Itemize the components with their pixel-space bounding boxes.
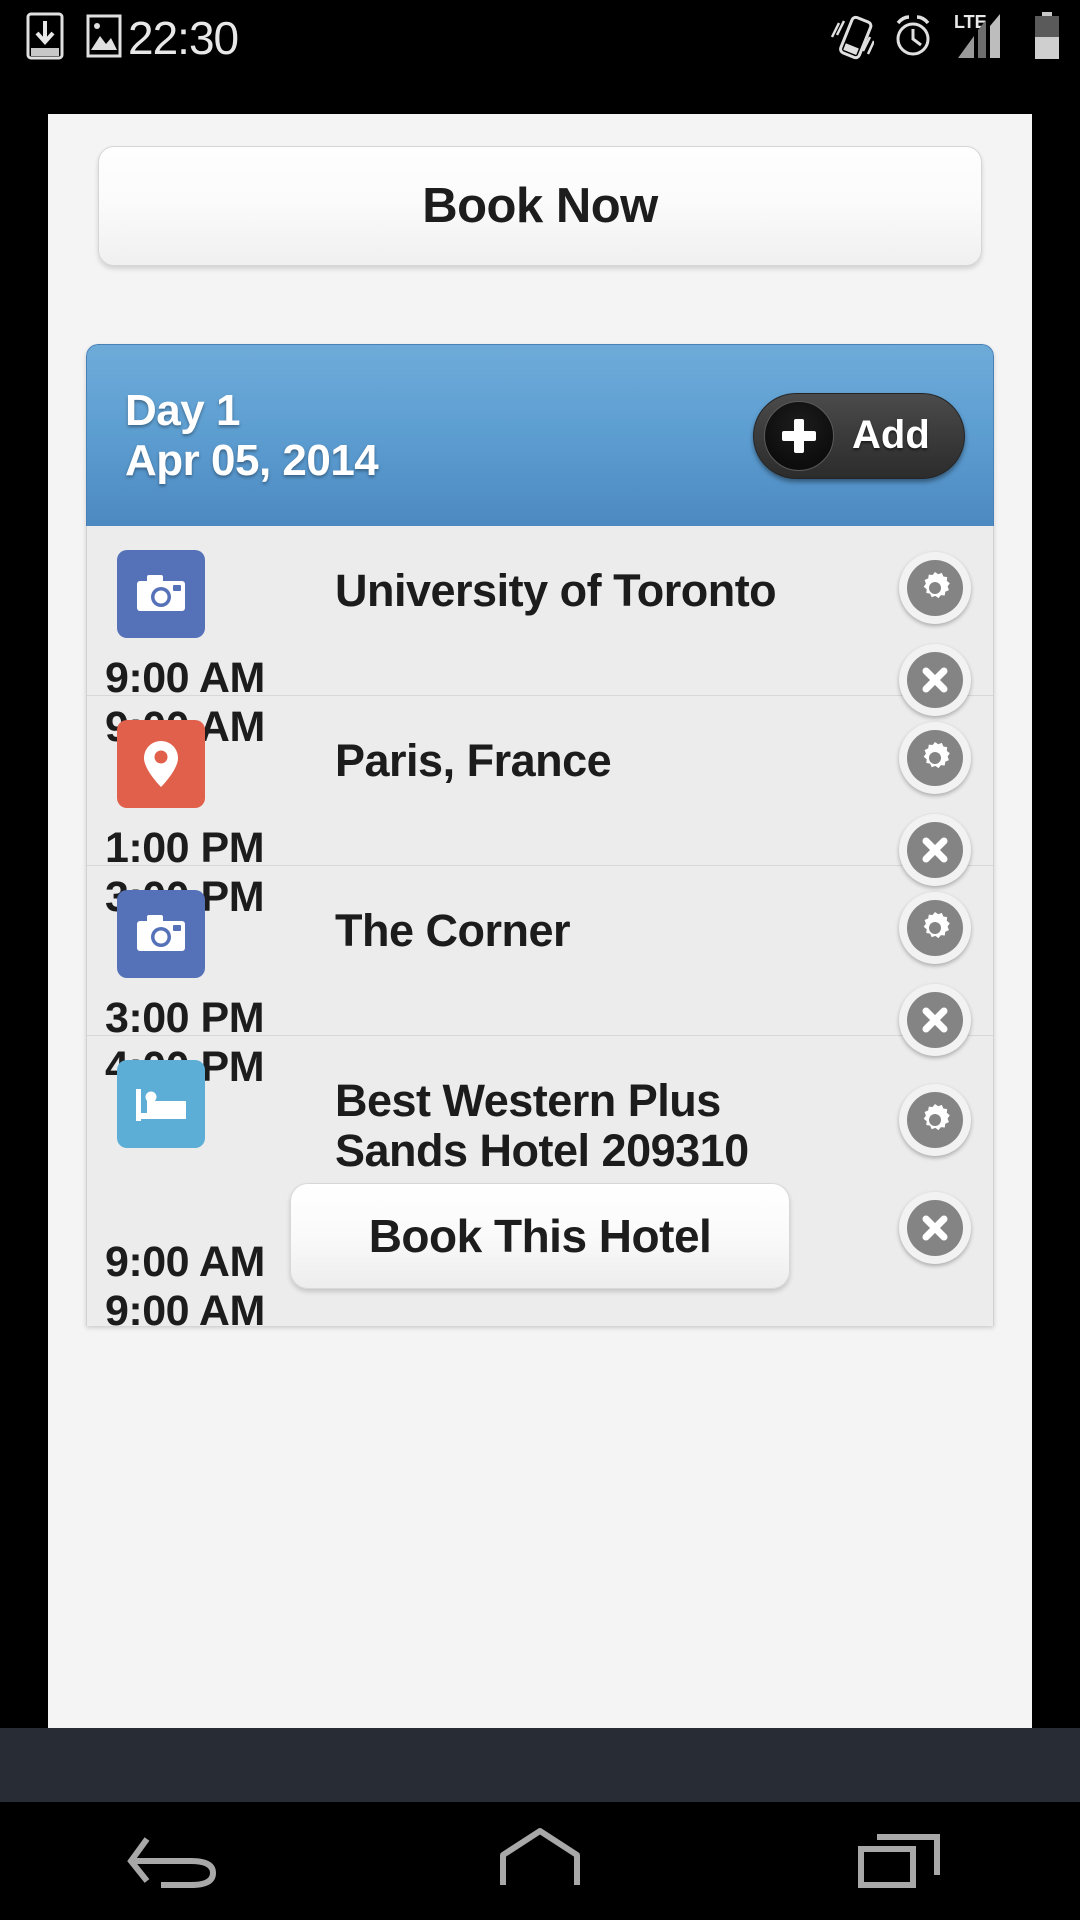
close-icon (907, 1200, 963, 1256)
book-this-hotel-button[interactable]: Book This Hotel (290, 1182, 790, 1289)
add-button[interactable]: Add (753, 392, 965, 479)
gear-icon (907, 900, 963, 956)
plus-icon (764, 400, 834, 471)
day-title-block: Day 1 Apr 05, 2014 (125, 386, 379, 485)
android-nav-bar (0, 1802, 1080, 1920)
row-actions (899, 1084, 971, 1264)
day-card: Day 1 Apr 05, 2014 Add 9:00 AM AM Univer… (86, 344, 994, 1326)
nav-back-button[interactable] (0, 1823, 360, 1900)
map-pin-icon (117, 720, 205, 808)
book-this-hotel-label: Book This Hotel (368, 1209, 712, 1262)
nav-recents-button[interactable] (720, 1823, 1080, 1900)
recents-icon (845, 1823, 955, 1900)
hotel-bed-icon (117, 1060, 205, 1148)
settings-button[interactable] (899, 1084, 971, 1156)
book-now-button[interactable]: Book Now (98, 146, 982, 266)
row-start-time: 9:00 AM (105, 1238, 265, 1286)
row-actions (899, 552, 971, 716)
status-bar-left-icons (26, 12, 122, 65)
delete-button[interactable] (899, 1192, 971, 1264)
home-icon (485, 1823, 595, 1900)
row-actions (899, 722, 971, 886)
table-row[interactable]: 9:00 AM 9:00 AM Best Western Plus Sands … (87, 1036, 993, 1326)
alarm-icon (890, 12, 936, 65)
battery-icon (1032, 11, 1062, 66)
table-row[interactable]: 3:00 PM 4:00 PM The Corner (87, 866, 993, 1091)
status-bar: LTE 22:30 (0, 0, 1080, 76)
row-title: The Corner (335, 905, 571, 956)
camera-icon (117, 890, 205, 978)
gear-icon (907, 730, 963, 786)
row-title: University of Toronto (335, 565, 777, 616)
settings-button[interactable] (899, 552, 971, 624)
gear-icon (907, 1092, 963, 1148)
gear-icon (907, 560, 963, 616)
camera-icon (117, 550, 205, 638)
row-times: 9:00 AM 9:00 AM (105, 1238, 265, 1326)
status-bar-right-icons: LTE (830, 10, 1062, 67)
lte-signal-icon: LTE (952, 10, 1016, 67)
settings-button[interactable] (899, 722, 971, 794)
status-bar-clock: 22:30 (128, 12, 239, 64)
nav-home-button[interactable] (360, 1823, 720, 1900)
day-date: Apr 05, 2014 (125, 435, 379, 485)
download-icon (26, 12, 64, 65)
itinerary-list: 9:00 AM 9:00 AM University of Toronto (86, 526, 994, 1326)
vibrate-icon (830, 11, 876, 66)
table-row[interactable]: 1:00 PM 3:00 PM Paris, France (87, 696, 993, 921)
table-row[interactable]: 9:00 AM 9:00 AM University of Toronto (87, 526, 993, 751)
row-title: Paris, France (335, 735, 612, 786)
row-actions (899, 892, 971, 1056)
settings-button[interactable] (899, 892, 971, 964)
image-icon (86, 12, 122, 65)
bottom-strip (0, 1728, 1080, 1802)
app-window: Book Now Day 1 Apr 05, 2014 Add 9:00 AM … (48, 114, 1032, 1728)
day-title: Day 1 (125, 386, 240, 436)
row-title: Best Western Plus Sands Hotel 209310 (335, 1075, 749, 1177)
back-icon (125, 1823, 235, 1900)
add-button-label: Add (852, 413, 930, 457)
row-end-time: 9:00 AM (105, 1287, 265, 1326)
book-now-label: Book Now (422, 179, 658, 233)
day-header: Day 1 Apr 05, 2014 Add (86, 344, 994, 526)
